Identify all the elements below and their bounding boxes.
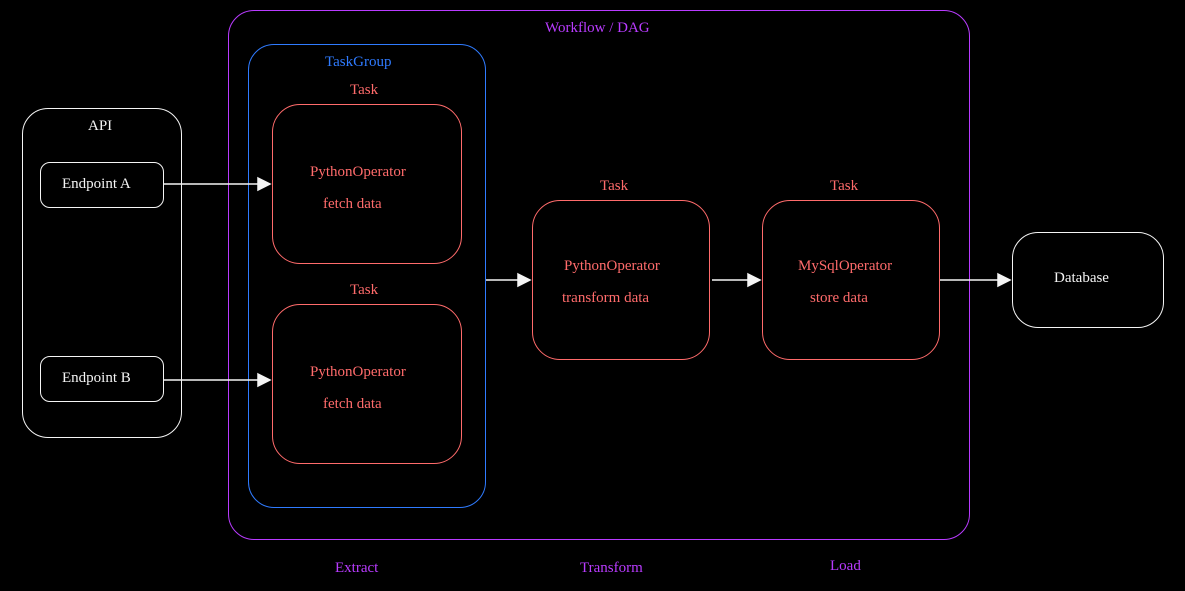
- task2-operator: PythonOperator: [310, 364, 406, 381]
- load-label: Task: [830, 178, 858, 195]
- task2-action: fetch data: [323, 396, 382, 413]
- task2-box: [272, 304, 462, 464]
- transform-action: transform data: [562, 290, 649, 307]
- arrow-endpointA-to-task1: [164, 176, 272, 192]
- task1-box: [272, 104, 462, 264]
- arrow-endpointB-to-task2: [164, 372, 272, 388]
- transform-label: Task: [600, 178, 628, 195]
- transform-operator: PythonOperator: [564, 258, 660, 275]
- arrow-transform-to-load: [712, 272, 762, 288]
- endpoint-a-label: Endpoint A: [62, 176, 131, 193]
- task1-operator: PythonOperator: [310, 164, 406, 181]
- arrow-taskgroup-to-transform: [486, 272, 532, 288]
- load-action: store data: [810, 290, 868, 307]
- task2-label: Task: [350, 282, 378, 299]
- task1-label: Task: [350, 82, 378, 99]
- phase-load: Load: [830, 558, 861, 575]
- taskgroup-title: TaskGroup: [325, 54, 391, 71]
- load-box: [762, 200, 940, 360]
- transform-box: [532, 200, 710, 360]
- workflow-title: Workflow / DAG: [545, 20, 650, 37]
- endpoint-b-label: Endpoint B: [62, 370, 131, 387]
- database-title: Database: [1054, 270, 1109, 287]
- task1-action: fetch data: [323, 196, 382, 213]
- phase-extract: Extract: [335, 560, 378, 577]
- phase-transform: Transform: [580, 560, 643, 577]
- load-operator: MySqlOperator: [798, 258, 892, 275]
- arrow-load-to-database: [940, 272, 1012, 288]
- api-title: API: [88, 118, 112, 135]
